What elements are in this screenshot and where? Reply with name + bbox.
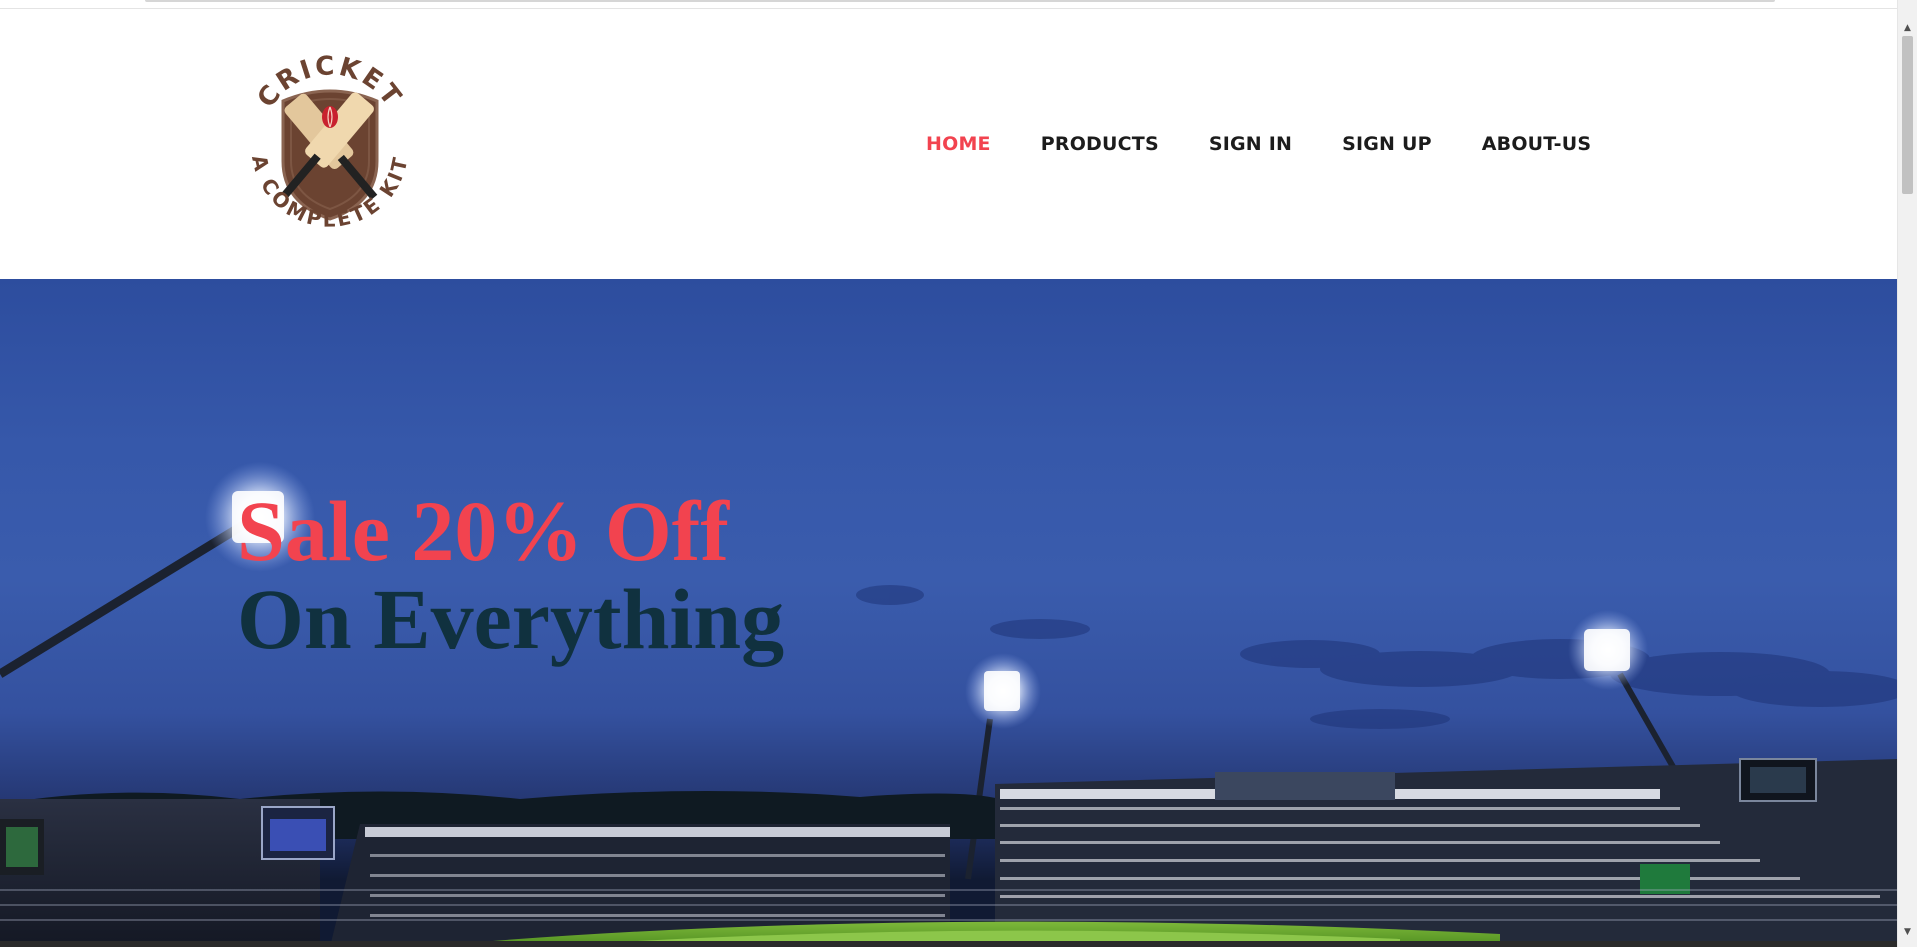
hero-sale-headline: Sale 20% Off: [237, 483, 730, 579]
hero-text-block: Sale 20% Off On Everything: [237, 487, 784, 663]
cricket-logo-icon: CRICKET A COMPLETE KIT: [247, 51, 410, 231]
site-header: CRICKET A COMPLETE KIT HOME PRODUCTS SIG…: [0, 9, 1898, 279]
hero-banner: Sale 20% Off On Everything: [0, 279, 1898, 947]
chevron-down-icon[interactable]: ▼: [1898, 924, 1917, 941]
nav-about-us[interactable]: ABOUT-US: [1482, 133, 1592, 155]
address-bar-edge: [145, 0, 1775, 2]
site-logo[interactable]: CRICKET A COMPLETE KIT: [235, 43, 425, 253]
nav-products[interactable]: PRODUCTS: [1041, 133, 1159, 155]
hero-subheadline: On Everything: [237, 571, 785, 667]
nav-home[interactable]: HOME: [926, 133, 991, 155]
chevron-up-icon[interactable]: ▲: [1898, 20, 1917, 37]
browser-top-strip: [0, 0, 1898, 9]
nav-sign-in[interactable]: SIGN IN: [1209, 133, 1292, 155]
scrollbar-thumb[interactable]: [1902, 36, 1913, 194]
taskbar-edge: [0, 941, 1898, 947]
browser-viewport: CRICKET A COMPLETE KIT HOME PRODUCTS SIG…: [0, 0, 1917, 947]
nav-sign-up[interactable]: SIGN UP: [1342, 133, 1432, 155]
vertical-scrollbar[interactable]: ▲ ▼: [1897, 0, 1917, 947]
